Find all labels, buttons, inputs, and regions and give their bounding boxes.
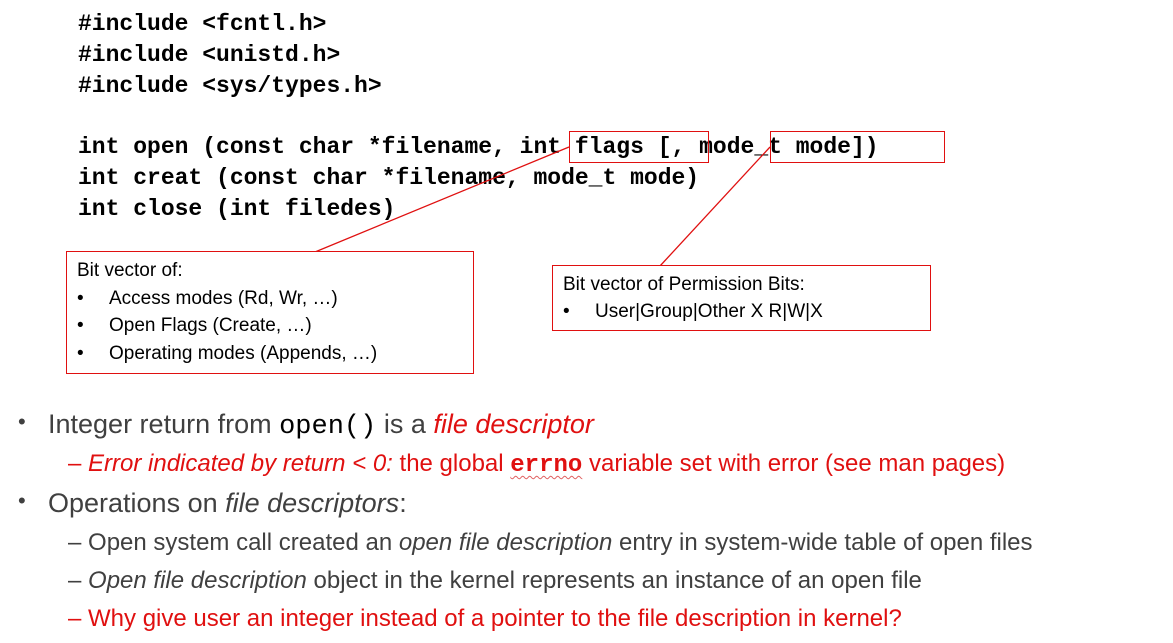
- open-signature: int open (const char *filename, int flag…: [78, 133, 879, 161]
- mode-highlight-box: [770, 131, 945, 163]
- include-fcntl: #include <fcntl.h>: [78, 11, 327, 37]
- sub-bullet-errno: – Error indicated by return < 0: the glo…: [68, 450, 1006, 479]
- bullet-glyph: •: [18, 409, 26, 434]
- include-sys-types: #include <sys/types.h>: [78, 73, 382, 99]
- mode-callout-item: • User|Group|Other X R|W|X: [563, 301, 823, 322]
- creat-signature: int creat (const char *filename, mode_t …: [78, 165, 700, 191]
- bullet-glyph: •: [18, 488, 26, 513]
- open-sig-part-a: int open (const char *filename,: [78, 134, 520, 160]
- flags-callout-heading: Bit vector of:: [77, 260, 183, 281]
- flags-callout-item: • Access modes (Rd, Wr, …): [77, 288, 338, 309]
- sub-bullet-kernel-object: – Open file description object in the ke…: [68, 567, 922, 594]
- include-unistd: #include <unistd.h>: [78, 42, 341, 68]
- mode-callout: Bit vector of Permission Bits: • User|Gro…: [552, 265, 931, 331]
- flags-callout: Bit vector of: • Access modes (Rd, Wr, …)…: [66, 251, 474, 374]
- flags-highlight-box: [569, 131, 709, 163]
- mode-callout-heading: Bit vector of Permission Bits:: [563, 274, 805, 295]
- sub-bullet-open-syscall: – Open system call created an open file …: [68, 529, 1033, 556]
- sub-bullet-why-integer: – Why give user an integer instead of a …: [68, 605, 902, 632]
- close-signature: int close (int filedes): [78, 196, 396, 222]
- flags-callout-item: • Operating modes (Appends, …): [77, 343, 378, 364]
- flags-callout-item: • Open Flags (Create, …): [77, 315, 312, 336]
- bullet-operations: • Operations on file descriptors:: [18, 488, 407, 518]
- bullet-integer-return: • Integer return from open() is a file de…: [18, 409, 594, 442]
